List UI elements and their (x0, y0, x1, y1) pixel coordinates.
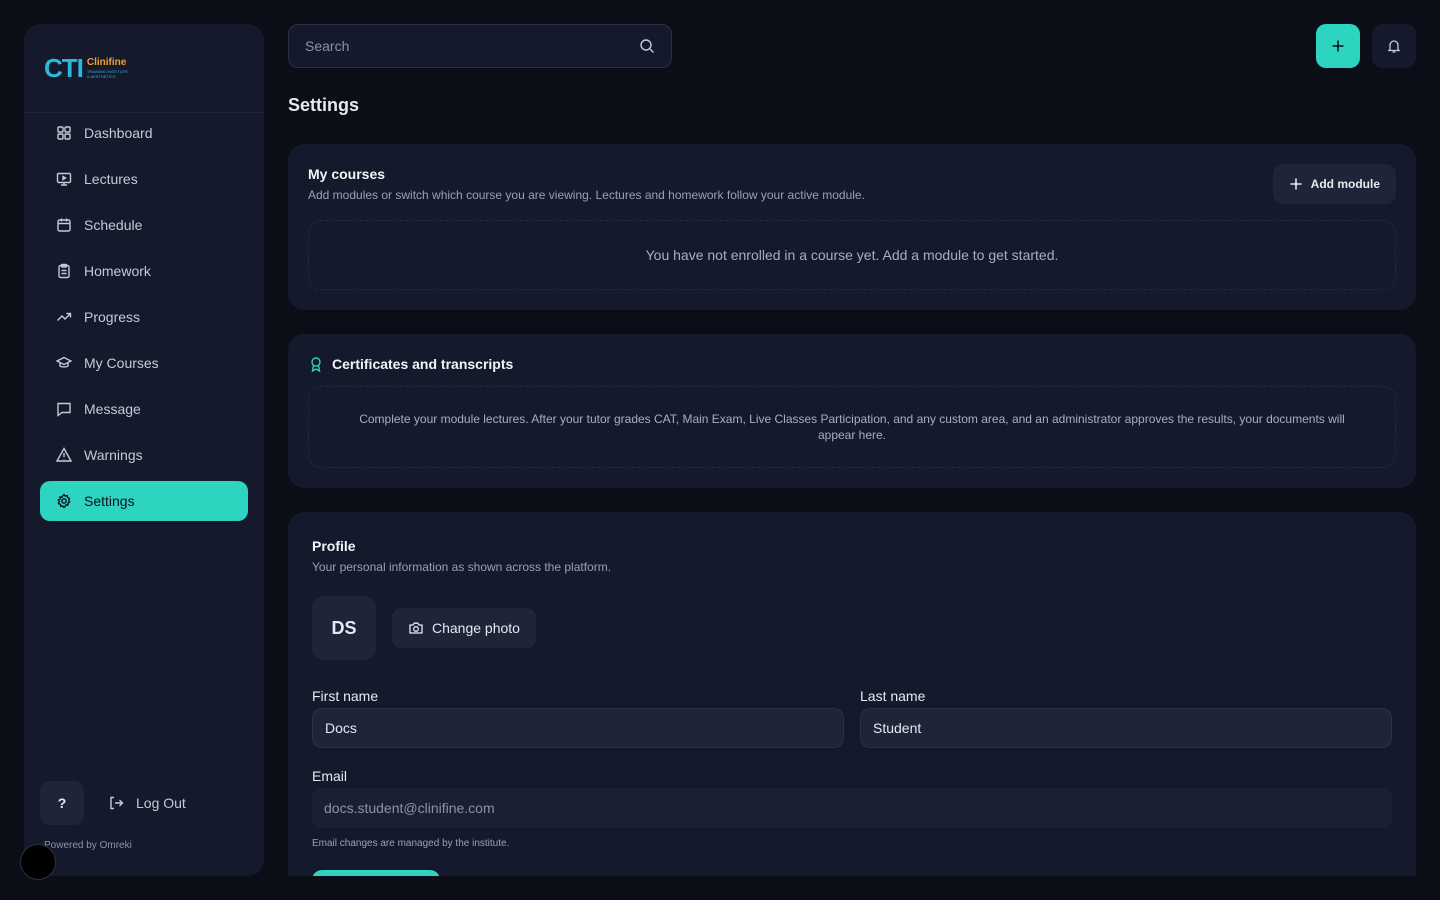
certificates-title: Certificates and transcripts (332, 356, 514, 372)
add-module-button[interactable]: Add module (1272, 164, 1396, 204)
logout-icon (110, 796, 124, 810)
search-bar (288, 24, 672, 68)
my-courses-title: My courses (308, 166, 386, 182)
logout-label: Log Out (136, 795, 186, 811)
camera-icon (409, 622, 423, 634)
logo-mark: CTI (44, 52, 84, 83)
notifications-button[interactable] (1372, 24, 1416, 68)
floating-avatar-button[interactable] (20, 844, 56, 880)
profile-title: Profile (312, 538, 356, 554)
avatar: DS (312, 596, 376, 660)
sidebar-item-label: Lectures (84, 171, 138, 187)
help-button[interactable]: ? (40, 781, 84, 825)
sidebar-item-label: Dashboard (84, 125, 153, 141)
last-name-label: Last name (860, 688, 926, 704)
sidebar-item-label: Schedule (84, 217, 143, 233)
warning-icon (56, 447, 72, 462)
profile-card: Profile Your personal information as sho… (288, 512, 1416, 876)
add-module-label: Add module (1310, 177, 1380, 191)
grid-icon (57, 126, 71, 140)
sidebar-item-my-courses[interactable]: My Courses (40, 343, 248, 383)
plus-icon (1290, 178, 1302, 190)
my-courses-subtitle: Add modules or switch which course you a… (308, 188, 865, 202)
bell-icon (1387, 40, 1401, 53)
last-name-field[interactable] (860, 708, 1392, 748)
logo-name: Clinifine (86, 57, 127, 68)
sidebar-item-message[interactable]: Message (40, 389, 248, 429)
powered-by: Powered by Omreki (44, 840, 132, 851)
first-name-label: First name (312, 688, 379, 704)
sidebar-item-label: Homework (84, 263, 151, 279)
my-courses-card: My courses Add modules or switch which c… (288, 144, 1416, 310)
sidebar-item-label: Settings (84, 493, 135, 509)
sidebar-item-label: My Courses (84, 355, 159, 371)
search-icon[interactable] (639, 38, 655, 54)
sidebar-item-label: Warnings (84, 447, 143, 463)
sidebar-item-homework[interactable]: Homework (40, 251, 248, 291)
logo-tagline-2: & AESTHETICS (86, 74, 116, 79)
add-button[interactable] (1316, 24, 1360, 68)
sidebar-item-warnings[interactable]: Warnings (40, 435, 248, 475)
certificates-card: Certificates and transcripts Complete yo… (288, 334, 1416, 488)
monitor-icon (56, 172, 72, 186)
message-icon (57, 402, 71, 417)
sidebar-item-schedule[interactable]: Schedule (40, 205, 248, 245)
sidebar-item-lectures[interactable]: Lectures (40, 159, 248, 199)
calendar-icon (57, 218, 71, 232)
email-field (312, 788, 1392, 828)
trending-up-icon (57, 312, 72, 321)
email-note: Email changes are managed by the institu… (312, 838, 510, 849)
save-button[interactable] (312, 870, 440, 876)
page-title: Settings (288, 95, 360, 115)
change-photo-button[interactable]: Change photo (392, 608, 536, 648)
search-input[interactable] (305, 38, 625, 54)
sidebar-footer: ? Log Out (40, 781, 186, 825)
profile-subtitle: Your personal information as shown acros… (312, 560, 612, 574)
logo[interactable]: CTI Clinifine TRAINING INSTITUTE & AESTH… (24, 24, 264, 113)
sidebar-item-progress[interactable]: Progress (40, 297, 248, 337)
certificates-empty-state: Complete your module lectures. After you… (308, 386, 1396, 468)
graduation-cap-icon (56, 356, 72, 368)
sidebar-item-label: Progress (84, 309, 141, 325)
sidebar-item-settings[interactable]: Settings (40, 481, 248, 521)
sidebar: CTI Clinifine TRAINING INSTITUTE & AESTH… (24, 24, 264, 876)
award-icon (311, 357, 321, 372)
sidebar-item-label: Message (84, 401, 141, 417)
gear-icon (57, 493, 71, 509)
email-label: Email (312, 768, 348, 784)
courses-empty-state: You have not enrolled in a course yet. A… (308, 220, 1396, 290)
logout-button[interactable]: Log Out (108, 795, 186, 811)
sidebar-item-dashboard[interactable]: Dashboard (40, 113, 248, 153)
clipboard-icon (58, 263, 70, 279)
sidebar-nav: Dashboard Lectures Schedule Homework Pro… (40, 113, 248, 527)
change-photo-label: Change photo (432, 620, 520, 636)
plus-icon (1332, 40, 1344, 52)
first-name-field[interactable] (312, 708, 844, 748)
